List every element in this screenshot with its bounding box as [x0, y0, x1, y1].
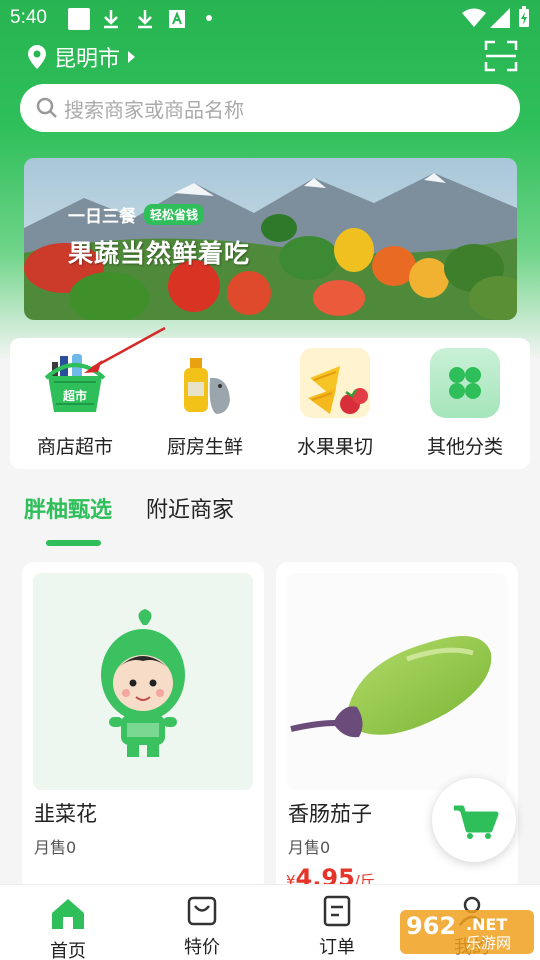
- clover-grid-icon: [430, 348, 500, 418]
- download-icon: [138, 10, 152, 29]
- fruit-icon: [300, 348, 370, 418]
- order-icon: [323, 895, 351, 927]
- category-label: 水果果切: [296, 436, 373, 458]
- product-sales: 月售0: [288, 838, 331, 857]
- cart-button[interactable]: [432, 778, 516, 862]
- nav-orders[interactable]: 订单: [297, 895, 377, 959]
- tab-nearby[interactable]: 附近商家: [146, 492, 234, 524]
- cart-icon: [454, 805, 499, 839]
- caret-right-icon: [128, 51, 136, 63]
- search-placeholder: 搜索商家或商品名称: [64, 97, 244, 122]
- category-supermarket[interactable]: 超市 商店超市: [10, 326, 166, 459]
- category-label: 厨房生鲜: [166, 436, 243, 458]
- nav-deals[interactable]: 特价: [162, 895, 242, 959]
- watermark-num: 962: [406, 912, 456, 940]
- category-label: 其他分类: [426, 436, 503, 458]
- nav-label: 首页: [50, 941, 86, 960]
- product-card[interactable]: 韭菜花 月售0: [22, 562, 264, 892]
- search-bar[interactable]: 搜索商家或商品名称: [20, 84, 520, 132]
- tab-featured[interactable]: 胖柚甄选: [24, 492, 112, 524]
- oil-fish-icon: [170, 348, 240, 418]
- promo-banner[interactable]: 一日三餐 轻松省钱 果蔬当然鲜着吃: [24, 158, 517, 320]
- product-sales: 月售0: [34, 838, 77, 857]
- supermarket-basket-icon: 超市: [40, 326, 166, 418]
- watermark-net: .NET: [466, 915, 507, 934]
- banner-slogan: 一日三餐: [68, 207, 136, 227]
- svg-text:超市: 超市: [62, 388, 87, 403]
- product-name: 香肠茄子: [288, 802, 372, 826]
- watermark-site: 乐游网: [466, 934, 511, 952]
- product-name: 韭菜花: [34, 802, 97, 826]
- banner-tag: 轻松省钱: [144, 204, 205, 225]
- location-pin-icon: [28, 45, 46, 69]
- city-label: 昆明市: [54, 47, 121, 72]
- status-bar: 5:40: [0, 0, 540, 36]
- category-other[interactable]: 其他分类: [400, 348, 530, 459]
- notification-square-icon: [68, 8, 90, 30]
- watermark: 962 .NET 乐游网: [400, 906, 534, 956]
- download-icon: [104, 10, 118, 29]
- mascot-image: [33, 573, 253, 790]
- category-kitchen-fresh[interactable]: 厨房生鲜: [140, 348, 270, 459]
- wifi-icon: [462, 8, 486, 27]
- bag-icon: [187, 896, 217, 926]
- eggplant-image: [287, 573, 507, 790]
- app-a-icon: [169, 10, 185, 28]
- banner-line1: 一日三餐 轻松省钱: [68, 202, 205, 227]
- status-time: 5:40: [10, 7, 47, 28]
- nav-label: 订单: [319, 937, 355, 958]
- battery-icon: [519, 6, 529, 27]
- dot-icon: [206, 15, 212, 21]
- location-selector[interactable]: 昆明市: [28, 40, 136, 74]
- banner-headline: 果蔬当然鲜着吃: [68, 239, 251, 268]
- category-fruit[interactable]: 水果果切: [270, 348, 400, 459]
- category-label: 商店超市: [36, 436, 113, 458]
- search-icon: [36, 97, 57, 118]
- scan-icon[interactable]: [484, 40, 518, 72]
- category-grid: 超市 商店超市 厨房生鲜 水果果切 其他分类: [10, 326, 530, 469]
- tab-indicator: [46, 540, 101, 546]
- nav-home[interactable]: 首页: [28, 895, 108, 960]
- nav-label: 特价: [184, 937, 220, 958]
- home-icon: [52, 899, 84, 929]
- signal-icon: [490, 8, 510, 28]
